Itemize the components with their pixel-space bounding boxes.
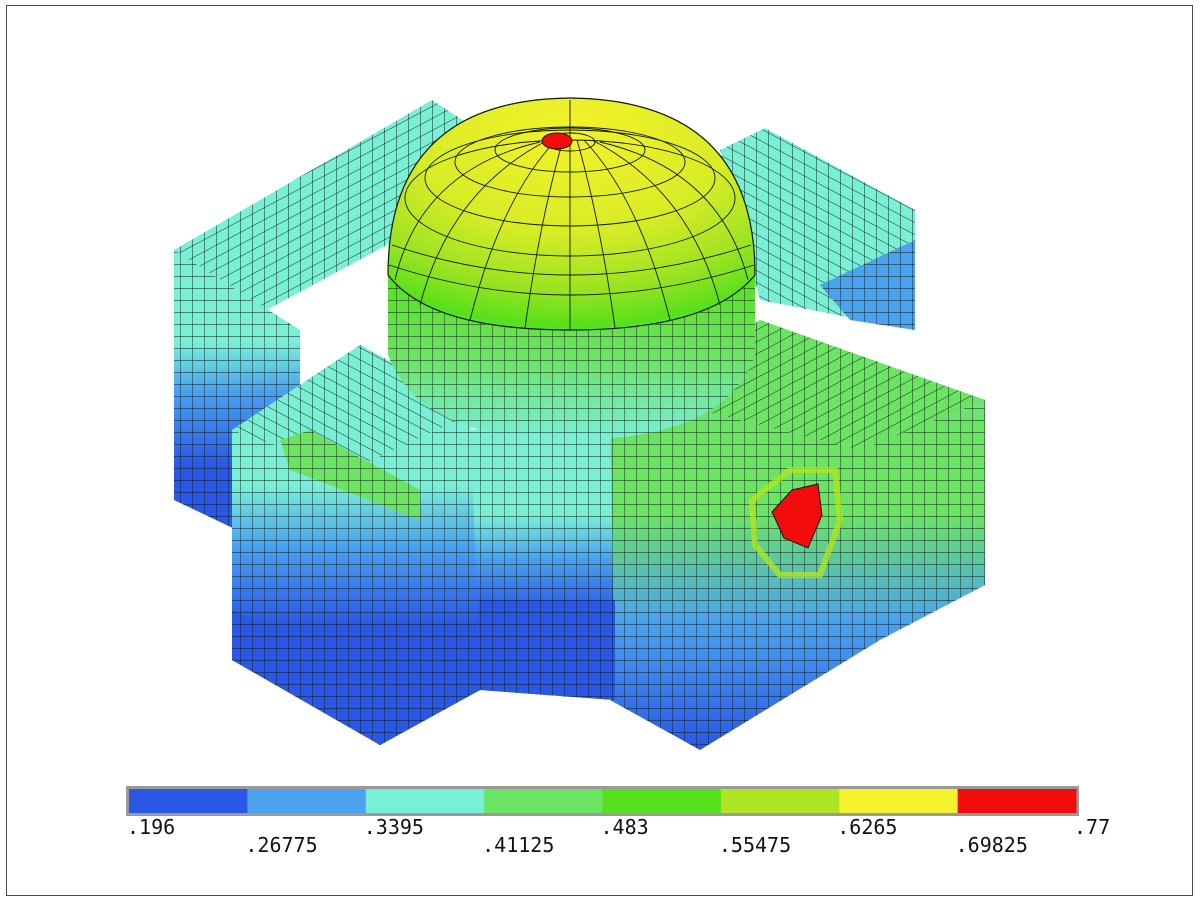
colorbar-band-2	[247, 789, 367, 813]
colorbar-tick-label: .41125	[482, 833, 554, 857]
colorbar-tick-label: .26775	[245, 833, 317, 857]
front-central-block	[470, 415, 615, 700]
colorbar-tick-label: .6265	[837, 815, 897, 839]
colorbar-band-3	[365, 789, 485, 813]
colorbar: .196 .26775 .3395 .41125 .483 .55475 .6265 .698…	[126, 786, 1110, 857]
colorbar-band-8	[957, 789, 1077, 813]
colorbar-band-4	[484, 789, 604, 813]
colorbar-band-5	[602, 789, 722, 813]
colorbar-band-6	[720, 789, 840, 813]
hotspot-dome-apex	[541, 132, 573, 150]
colorbar-tick-label: .55475	[719, 833, 791, 857]
colorbar-band-7	[839, 789, 959, 813]
colorbar-tick-label: .483	[601, 815, 649, 839]
colorbar-tick-label: .3395	[364, 815, 424, 839]
colorbar-tick-label: .69825	[956, 833, 1028, 857]
colorbar-tick-label: .196	[127, 815, 175, 839]
colorbar-tick-label: .77	[1074, 815, 1110, 839]
colorbar-band-1	[129, 789, 248, 813]
fe-contour-plot: .196 .26775 .3395 .41125 .483 .55475 .6265 .698…	[126, 97, 1110, 857]
